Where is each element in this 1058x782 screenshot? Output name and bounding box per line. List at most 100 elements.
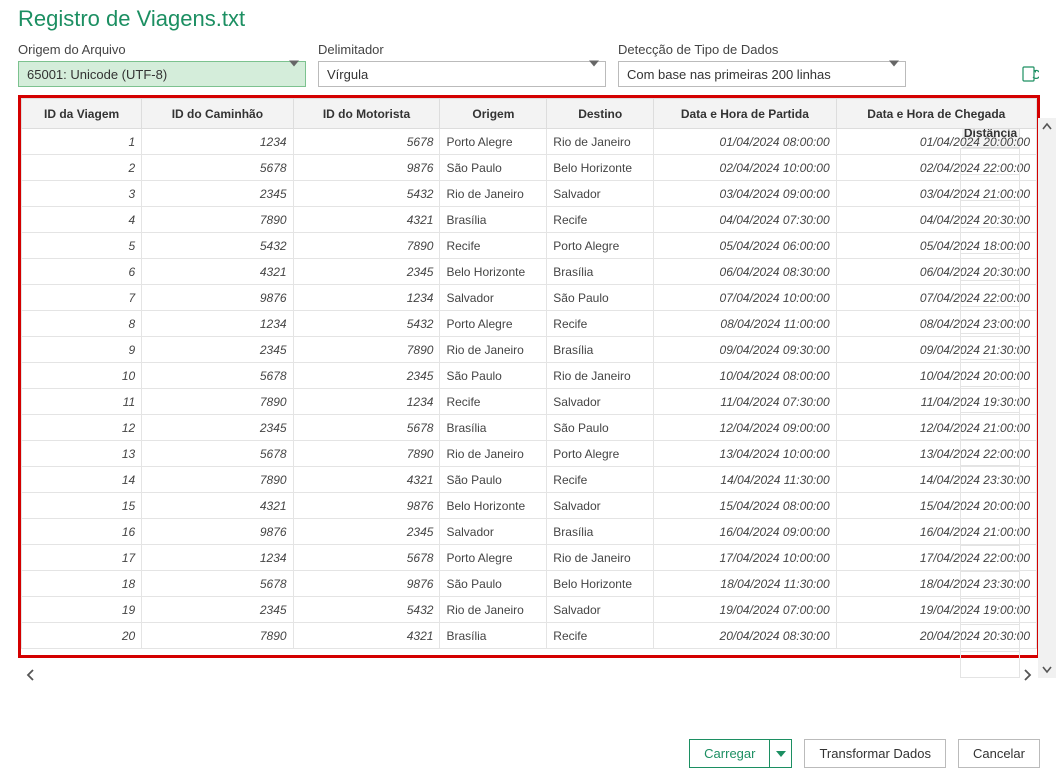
table-cell[interactable]: 16/04/2024 09:00:00 xyxy=(654,519,837,545)
table-cell[interactable]: Brasília xyxy=(440,415,547,441)
table-row[interactable]: 1178901234RecifeSalvador11/04/2024 07:30… xyxy=(22,389,1037,415)
table-cell[interactable]: 5678 xyxy=(142,363,293,389)
table-cell[interactable]: Porto Alegre xyxy=(547,233,654,259)
table-cell[interactable]: 17 xyxy=(22,545,142,571)
table-cell[interactable]: 01/04/2024 08:00:00 xyxy=(654,129,837,155)
table-cell[interactable]: Rio de Janeiro xyxy=(547,129,654,155)
table-cell[interactable]: 6 xyxy=(22,259,142,285)
table-cell[interactable]: 1234 xyxy=(142,129,293,155)
table-cell[interactable] xyxy=(960,625,1020,652)
column-header-id[interactable]: ID da Viagem xyxy=(22,99,142,129)
file-origin-select[interactable]: 65001: Unicode (UTF-8) xyxy=(18,61,306,87)
table-cell[interactable]: Brasília xyxy=(440,623,547,649)
table-cell[interactable] xyxy=(960,334,1020,361)
table-cell[interactable] xyxy=(960,440,1020,467)
table-cell[interactable]: Recife xyxy=(547,467,654,493)
table-cell[interactable]: 16 xyxy=(22,519,142,545)
table-cell[interactable]: 5432 xyxy=(142,233,293,259)
table-cell[interactable]: 3 xyxy=(22,181,142,207)
horizontal-scrollbar[interactable] xyxy=(18,664,1040,686)
table-cell[interactable] xyxy=(960,413,1020,440)
column-header-arrival[interactable]: Data e Hora de Chegada xyxy=(836,99,1036,129)
table-row[interactable]: 112345678Porto AlegreRio de Janeiro01/04… xyxy=(22,129,1037,155)
table-cell[interactable]: 1 xyxy=(22,129,142,155)
table-cell[interactable]: Belo Horizonte xyxy=(440,493,547,519)
table-row[interactable]: 1356787890Rio de JaneiroPorto Alegre13/0… xyxy=(22,441,1037,467)
table-cell[interactable]: Salvador xyxy=(547,181,654,207)
refresh-icon[interactable] xyxy=(1020,64,1040,84)
table-cell[interactable]: São Paulo xyxy=(547,285,654,311)
table-cell[interactable]: Salvador xyxy=(547,389,654,415)
table-cell[interactable]: 4321 xyxy=(142,493,293,519)
table-cell[interactable]: 06/04/2024 08:30:00 xyxy=(654,259,837,285)
table-cell[interactable]: Recife xyxy=(547,207,654,233)
table-cell[interactable]: 2345 xyxy=(142,597,293,623)
table-row[interactable]: 1712345678Porto AlegreRio de Janeiro17/0… xyxy=(22,545,1037,571)
table-cell[interactable]: 5678 xyxy=(142,441,293,467)
table-cell[interactable]: 13 xyxy=(22,441,142,467)
table-cell[interactable]: 7890 xyxy=(293,233,440,259)
column-header-truck[interactable]: ID do Caminhão xyxy=(142,99,293,129)
table-cell[interactable]: 5 xyxy=(22,233,142,259)
table-row[interactable]: 256789876São PauloBelo Horizonte02/04/20… xyxy=(22,155,1037,181)
column-header-dest[interactable]: Destino xyxy=(547,99,654,129)
table-cell[interactable]: 9876 xyxy=(142,285,293,311)
column-header-departure[interactable]: Data e Hora de Partida xyxy=(654,99,837,129)
table-cell[interactable] xyxy=(960,281,1020,308)
table-cell[interactable]: 1234 xyxy=(142,545,293,571)
table-cell[interactable]: 2345 xyxy=(142,181,293,207)
column-header-origin[interactable]: Origem xyxy=(440,99,547,129)
table-cell[interactable]: 14 xyxy=(22,467,142,493)
table-cell[interactable]: 5432 xyxy=(293,597,440,623)
table-cell[interactable]: Rio de Janeiro xyxy=(547,363,654,389)
table-cell[interactable]: 7890 xyxy=(142,623,293,649)
table-cell[interactable]: 5678 xyxy=(293,545,440,571)
table-cell[interactable]: 4321 xyxy=(142,259,293,285)
table-cell[interactable]: 5432 xyxy=(293,181,440,207)
detection-select[interactable]: Com base nas primeiras 200 linhas xyxy=(618,61,906,87)
table-cell[interactable]: 13/04/2024 10:00:00 xyxy=(654,441,837,467)
table-row[interactable]: 2078904321BrasíliaRecife20/04/2024 08:30… xyxy=(22,623,1037,649)
table-cell[interactable]: 9876 xyxy=(142,519,293,545)
table-cell[interactable]: 15/04/2024 08:00:00 xyxy=(654,493,837,519)
cancel-button[interactable]: Cancelar xyxy=(958,739,1040,768)
table-cell[interactable]: 2345 xyxy=(142,415,293,441)
table-cell[interactable]: São Paulo xyxy=(440,155,547,181)
table-cell[interactable] xyxy=(960,546,1020,573)
table-cell[interactable]: 4321 xyxy=(293,467,440,493)
table-row[interactable]: 1698762345SalvadorBrasília16/04/2024 09:… xyxy=(22,519,1037,545)
table-cell[interactable]: 7 xyxy=(22,285,142,311)
table-cell[interactable]: 10 xyxy=(22,363,142,389)
table-cell[interactable]: 04/04/2024 07:30:00 xyxy=(654,207,837,233)
table-cell[interactable]: 7890 xyxy=(293,337,440,363)
table-cell[interactable]: 11/04/2024 07:30:00 xyxy=(654,389,837,415)
table-cell[interactable]: Recife xyxy=(547,311,654,337)
table-cell[interactable]: 18/04/2024 11:30:00 xyxy=(654,571,837,597)
table-cell[interactable]: 5678 xyxy=(142,571,293,597)
table-cell[interactable]: Porto Alegre xyxy=(440,545,547,571)
table-cell[interactable] xyxy=(960,519,1020,546)
table-cell[interactable]: Belo Horizonte xyxy=(547,155,654,181)
table-cell[interactable]: 7890 xyxy=(142,467,293,493)
table-cell[interactable]: 20/04/2024 08:30:00 xyxy=(654,623,837,649)
table-row[interactable]: 1543219876Belo HorizonteSalvador15/04/20… xyxy=(22,493,1037,519)
table-cell[interactable]: 7890 xyxy=(142,207,293,233)
table-cell[interactable] xyxy=(960,387,1020,414)
table-cell[interactable]: 09/04/2024 09:30:00 xyxy=(654,337,837,363)
table-cell[interactable]: Brasília xyxy=(547,337,654,363)
table-cell[interactable]: 1234 xyxy=(293,285,440,311)
scroll-up-icon[interactable] xyxy=(1038,118,1056,136)
table-cell[interactable] xyxy=(960,493,1020,520)
vertical-scrollbar[interactable] xyxy=(1038,118,1056,678)
table-row[interactable]: 798761234SalvadorSão Paulo07/04/2024 10:… xyxy=(22,285,1037,311)
table-cell[interactable]: Salvador xyxy=(547,493,654,519)
table-cell[interactable]: 2345 xyxy=(142,337,293,363)
load-button-dropdown[interactable] xyxy=(770,739,792,768)
table-cell[interactable]: 20 xyxy=(22,623,142,649)
table-cell[interactable]: São Paulo xyxy=(440,363,547,389)
table-cell[interactable]: Rio de Janeiro xyxy=(440,441,547,467)
table-cell[interactable]: 9876 xyxy=(293,155,440,181)
table-cell[interactable] xyxy=(960,254,1020,281)
table-cell[interactable]: 11 xyxy=(22,389,142,415)
table-cell[interactable]: 9 xyxy=(22,337,142,363)
